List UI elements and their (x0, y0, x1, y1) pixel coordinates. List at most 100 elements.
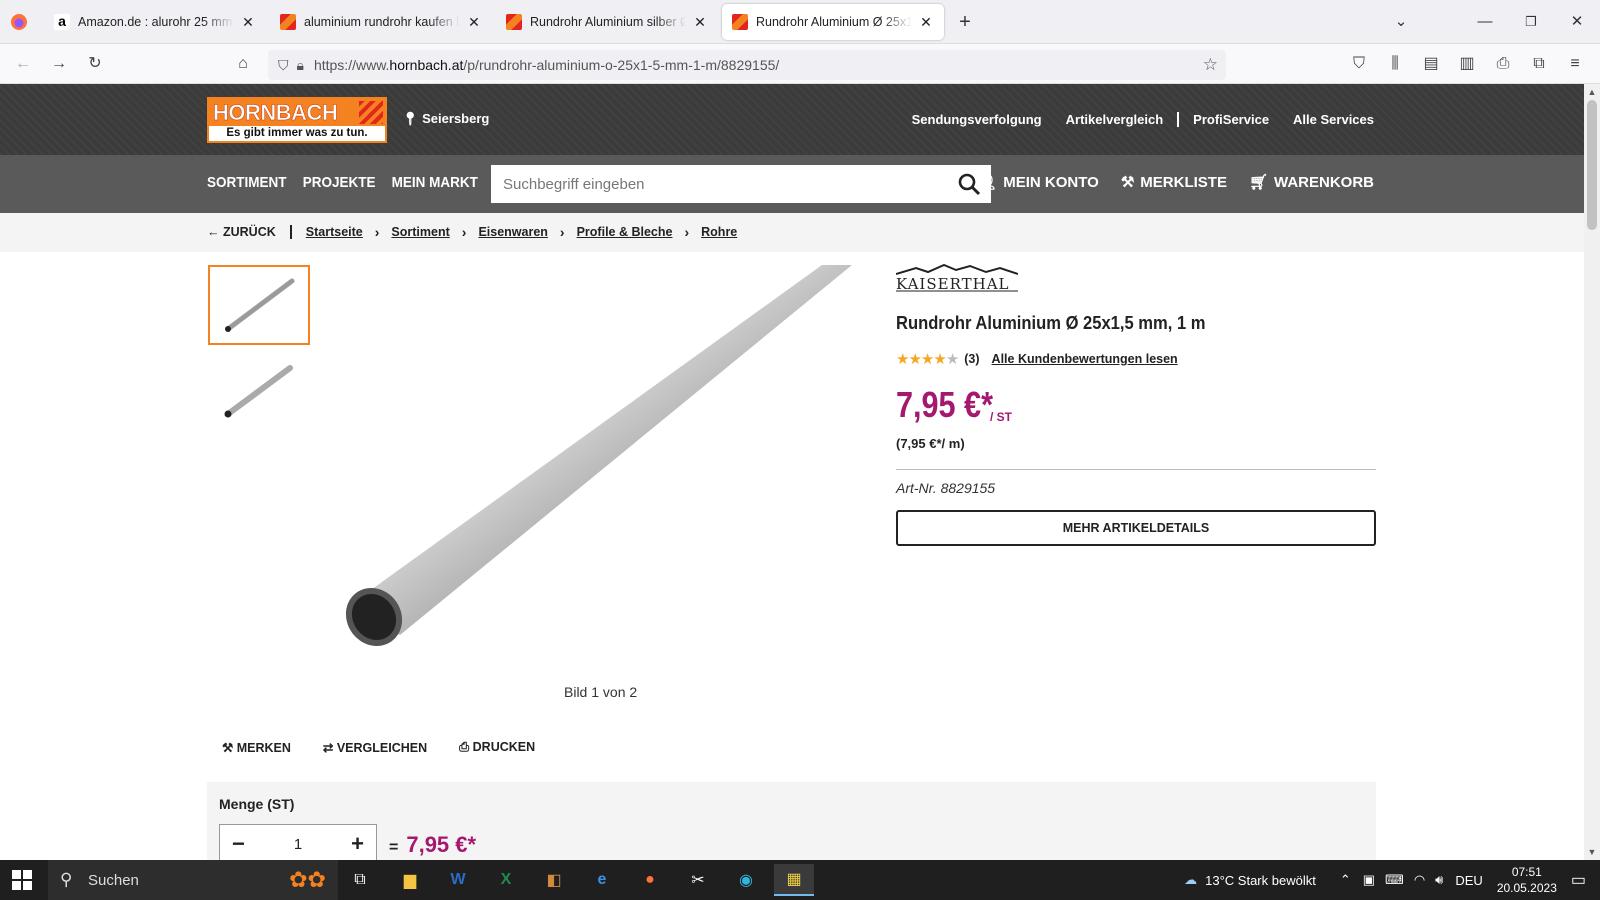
service-links: Sendungsverfolgung Artikelvergleich Prof… (912, 112, 1374, 127)
wishlist-button[interactable]: ⚒︎ MERKLISTE (1121, 173, 1227, 191)
product-image[interactable] (340, 265, 860, 665)
compare-label: VERGLEICHEN (336, 741, 428, 755)
brand-name: KAISERTHAL (896, 275, 1010, 292)
file-explorer-icon[interactable]: ▆ (390, 864, 430, 896)
excel-icon[interactable]: X (486, 864, 526, 896)
crumb-eisenwaren[interactable]: Eisenwaren (478, 225, 547, 239)
increase-button[interactable]: + (351, 831, 364, 857)
crumb-profile-bleche[interactable]: Profile & Bleche (577, 225, 673, 239)
taskbar-search-label: Suchen (88, 871, 139, 889)
tab-list-icon[interactable]: ⌄ (1386, 7, 1416, 37)
thumbnail-1[interactable] (208, 265, 310, 345)
nav-sortiment[interactable]: SORTIMENT (207, 174, 287, 191)
hornbach-logo[interactable]: HORNBACH Es gibt immer was zu tun. (207, 97, 387, 143)
restore-icon[interactable]: ❐ (1516, 7, 1546, 37)
new-tab-icon[interactable]: + (950, 7, 980, 37)
extensions-icon[interactable]: ⧉ (1524, 49, 1554, 79)
rating: ★ ★ ★ ★ ★ (3) Alle Kundenbewertungen les… (896, 350, 1178, 368)
print-button[interactable]: ⎙ DRUCKEN (459, 740, 535, 755)
reviews-link[interactable]: Alle Kundenbewertungen lesen (992, 352, 1178, 366)
product-utilities: ⚒︎ MERKEN ⇄ VERGLEICHEN ⎙ DRUCKEN (222, 740, 535, 755)
taskbar-search[interactable]: ⚲ Suchen ✿✿ (48, 860, 338, 900)
nav-mein-markt[interactable]: MEIN MARKT (392, 174, 478, 191)
search-input[interactable]: Suchbegriff eingeben (491, 165, 991, 203)
windows-start-icon[interactable] (12, 870, 32, 890)
back-link[interactable]: ← ZURÜCK (207, 225, 292, 239)
edge-icon[interactable]: ◉ (726, 864, 766, 896)
decrease-button[interactable]: − (232, 831, 245, 857)
hammer-icon: ⚒︎ (1120, 174, 1135, 191)
language-indicator[interactable]: DEU (1455, 873, 1482, 888)
task-view-icon[interactable]: ⧉ (340, 864, 380, 896)
print-label: DRUCKEN (472, 740, 536, 754)
volume-icon[interactable]: 🔊︎ (1435, 872, 1443, 888)
tab-title: Rundrohr Aluminium silber Ø 2 (530, 15, 686, 29)
store-selector[interactable]: 📍︎ Seiersberg (402, 111, 489, 127)
nav-projekte[interactable]: PROJEKTE (303, 174, 376, 191)
back-icon[interactable]: ← (8, 49, 38, 79)
url-bar[interactable]: ⛉ 🔒︎ https://www. hornbach.at/p/rundrohr-… (268, 50, 1226, 80)
meet-icon[interactable]: ▣ (1363, 872, 1375, 888)
account-button[interactable]: 👤︎ MEIN KONTO (978, 173, 1099, 191)
close-tab-icon[interactable]: ✕ (466, 14, 482, 31)
chevron-up-icon[interactable]: ⌃ (1340, 872, 1351, 888)
quantity-input[interactable]: 1 (294, 836, 302, 853)
tab-hornbach-search[interactable]: aluminium rundrohr kaufen bei ✕ (270, 4, 492, 40)
app-icon[interactable]: ◧ (534, 864, 574, 896)
firefox-icon[interactable]: ● (630, 864, 670, 896)
crumb-rohre[interactable]: Rohre (701, 225, 737, 239)
tab-hornbach-product[interactable]: Rundrohr Aluminium Ø 25x1,5 ✕ (722, 4, 944, 40)
thumbnail-2[interactable] (218, 356, 300, 426)
sidebar-icon[interactable]: ▤ (1416, 49, 1446, 79)
browser-tab-bar: a Amazon.de : alurohr 25 mm ✕ aluminium … (0, 0, 1600, 44)
crumb-sortiment[interactable]: Sortiment (391, 225, 449, 239)
tab-amazon[interactable]: a Amazon.de : alurohr 25 mm ✕ (44, 4, 266, 40)
shield-icon[interactable]: ⛉ (278, 57, 289, 74)
ime-icon[interactable]: ⌨ (1385, 872, 1404, 888)
clock[interactable]: 07:51 20.05.2023 (1497, 864, 1557, 896)
print-icon[interactable]: ⎙ (1488, 49, 1518, 79)
cart-button[interactable]: 🛒︎ WARENKORB (1249, 173, 1374, 191)
reload-icon[interactable]: ↻ (80, 49, 110, 79)
more-details-button[interactable]: MEHR ARTIKELDETAILS (896, 510, 1376, 546)
snipping-tool-icon[interactable]: ✂ (678, 864, 718, 896)
scroll-down-icon[interactable]: ▼ (1584, 844, 1600, 860)
brand-logo[interactable]: KAISERTHAL (895, 263, 1019, 293)
url-prefix: https://www. (313, 57, 390, 73)
word-icon[interactable]: W (438, 864, 478, 896)
merken-button[interactable]: ⚒︎ MERKEN (222, 740, 291, 755)
quantity-label: Menge (ST) (219, 796, 295, 812)
firefox-menu-icon[interactable] (4, 7, 34, 37)
page-scrollbar[interactable]: ▲ ▼ (1584, 84, 1600, 860)
home-icon[interactable]: ⌂ (228, 49, 258, 79)
forward-icon[interactable]: → (44, 49, 74, 79)
link-sendungsverfolgung[interactable]: Sendungsverfolgung (912, 112, 1042, 127)
amazon-icon: a (54, 14, 70, 30)
internet-explorer-icon[interactable]: e (582, 864, 622, 896)
weather-text[interactable]: 13°C Stark bewölkt (1205, 873, 1316, 888)
link-profiservice[interactable]: ProfiService (1177, 112, 1269, 127)
pocket-icon[interactable]: ⛉ (1344, 49, 1374, 79)
wifi-icon[interactable]: ◠ (1414, 872, 1425, 888)
close-tab-icon[interactable]: ✕ (918, 14, 934, 31)
close-tab-icon[interactable]: ✕ (240, 14, 256, 31)
compare-button[interactable]: ⇄ VERGLEICHEN (323, 740, 427, 755)
scroll-up-icon[interactable]: ▲ (1584, 84, 1600, 100)
link-artikelvergleich[interactable]: Artikelvergleich (1066, 112, 1164, 127)
minimize-icon[interactable]: — (1470, 7, 1500, 37)
tab-hornbach-silver[interactable]: Rundrohr Aluminium silber Ø 2 ✕ (496, 4, 718, 40)
app-menu-icon[interactable]: ≡ (1560, 49, 1590, 79)
library-icon[interactable]: ⫼ (1380, 49, 1410, 79)
lock-icon[interactable]: 🔒︎ (297, 57, 304, 74)
breadcrumb-bar: ← ZURÜCK Startseite › Sortiment › Eisenw… (0, 213, 1584, 252)
crumb-startseite[interactable]: Startseite (306, 225, 363, 239)
quantity-stepper: − 1 + (219, 824, 377, 860)
close-window-icon[interactable]: ✕ (1562, 7, 1592, 37)
reader-icon[interactable]: ▥ (1452, 49, 1482, 79)
bookmark-star-icon[interactable]: ☆ (1203, 55, 1218, 75)
scroll-thumb[interactable] (1587, 100, 1597, 230)
notification-icon[interactable]: ▭ (1571, 870, 1586, 890)
close-tab-icon[interactable]: ✕ (692, 14, 708, 31)
active-app-icon[interactable]: ▦ (774, 864, 814, 896)
link-alle-services[interactable]: Alle Services (1293, 112, 1374, 127)
